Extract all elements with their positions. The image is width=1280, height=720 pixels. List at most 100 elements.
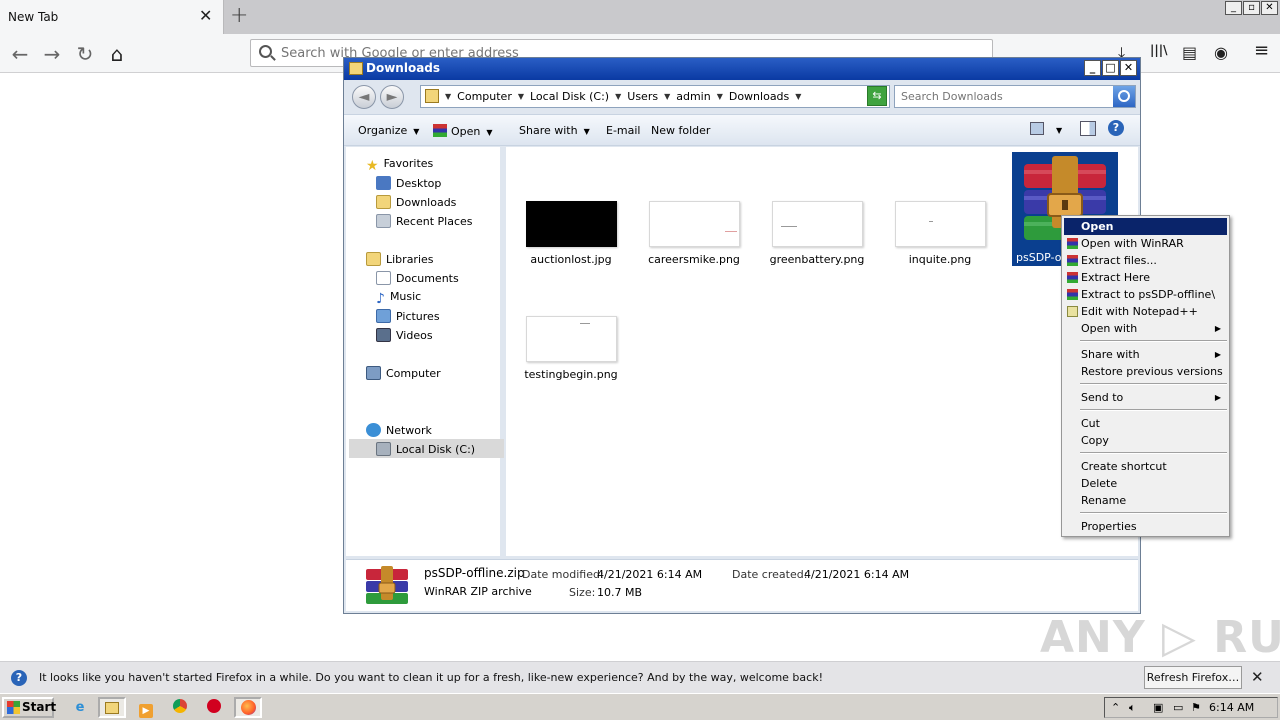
command-bar: Organize ▼ Open ▼ Share with ▼ E-mail New f… [344, 114, 1140, 146]
chevron-down-icon[interactable]: ▼ [664, 92, 670, 103]
menu-item-extract-here[interactable]: Extract Here [1064, 269, 1227, 286]
start-button[interactable]: Start [2, 697, 56, 718]
back-arrow-icon[interactable]: ← [6, 40, 34, 68]
chevron-down-icon[interactable]: ▼ [445, 92, 451, 103]
network-tray-icon[interactable]: ▣ [1153, 701, 1163, 714]
menu-item-edit-notepad[interactable]: Edit with Notepad++ [1064, 303, 1227, 320]
breadcrumb-item[interactable]: Local Disk (C:) [530, 90, 609, 103]
organize-button[interactable]: Organize ▼ [358, 124, 419, 137]
new-tab-button[interactable]: + [230, 3, 248, 28]
refresh-button[interactable]: ⇆ [867, 86, 887, 106]
menu-item-restore-versions[interactable]: Restore previous versions [1064, 363, 1227, 380]
browser-close-button[interactable]: ✕ [1261, 1, 1278, 15]
browser-tab[interactable]: New Tab ✕ [0, 0, 224, 34]
chevron-down-icon[interactable]: ▼ [717, 92, 723, 103]
nav-item-libraries[interactable]: Libraries [366, 252, 434, 266]
reload-icon[interactable]: ↻ [71, 40, 99, 68]
menu-item-open[interactable]: Open [1064, 218, 1227, 235]
nav-item-music[interactable]: ♪ Music [376, 290, 421, 307]
chevron-down-icon[interactable]: ▼ [1056, 126, 1062, 135]
open-button[interactable]: Open ▼ [433, 124, 493, 138]
share-with-button[interactable]: Share with ▼ [519, 124, 590, 137]
firefox-taskbar-button[interactable] [234, 697, 262, 718]
tab-close-icon[interactable]: ✕ [199, 6, 212, 25]
opera-icon[interactable] [200, 697, 228, 718]
menu-item-rename[interactable]: Rename [1064, 492, 1227, 509]
home-icon[interactable]: ⌂ [103, 40, 131, 68]
explorer-minimize-button[interactable]: _ [1084, 60, 1101, 76]
menu-item-share-with[interactable]: Share with ▶ [1064, 346, 1227, 363]
menu-item-extract-to[interactable]: Extract to psSDP-offline\ [1064, 286, 1227, 303]
nav-item-desktop[interactable]: Desktop [376, 176, 441, 190]
explorer-window: Downloads _ □ ✕ ◄ ► ▼ Computer ▼ Local D… [343, 57, 1141, 614]
file-item[interactable]: testingbegin.png [516, 316, 626, 381]
internet-explorer-icon[interactable]: e [66, 697, 94, 718]
nav-item-documents[interactable]: Documents [376, 271, 459, 285]
nav-item-downloads[interactable]: Downloads [376, 195, 456, 209]
chevron-down-icon[interactable]: ▼ [615, 92, 621, 103]
file-item[interactable]: auctionlost.jpg [516, 201, 626, 266]
explorer-taskbar-button[interactable] [98, 697, 126, 718]
nav-item-favorites[interactable]: ★ Favorites [366, 157, 433, 174]
menu-item-open-with-winrar[interactable]: Open with WinRAR [1064, 235, 1227, 252]
browser-restore-button[interactable]: ▫ [1243, 1, 1260, 15]
email-button[interactable]: E-mail [606, 124, 641, 137]
address-bar[interactable]: ▼ Computer ▼ Local Disk (C:) ▼ Users ▼ a… [420, 85, 890, 108]
menu-item-delete[interactable]: Delete [1064, 475, 1227, 492]
menu-icon[interactable]: ≡ [1254, 40, 1269, 61]
menu-item-copy[interactable]: Copy [1064, 432, 1227, 449]
menu-item-create-shortcut[interactable]: Create shortcut [1064, 458, 1227, 475]
views-icon[interactable] [1030, 122, 1044, 135]
chrome-icon[interactable] [166, 697, 194, 718]
nav-item-local-disk[interactable]: Local Disk (C:) [349, 439, 504, 458]
chevron-down-icon[interactable]: ▼ [518, 92, 524, 103]
account-icon[interactable]: ◉ [1214, 43, 1228, 62]
search-icon[interactable] [1113, 86, 1135, 107]
notification-close-icon[interactable]: ✕ [1251, 668, 1264, 686]
nav-item-computer[interactable]: Computer [366, 366, 441, 380]
nav-label: Computer [386, 367, 441, 380]
new-folder-button[interactable]: New folder [651, 124, 710, 137]
browser-minimize-button[interactable]: _ [1225, 1, 1242, 15]
help-icon[interactable]: ? [1108, 120, 1124, 136]
refresh-firefox-button[interactable]: Refresh Firefox… [1144, 666, 1242, 689]
nav-item-network[interactable]: Network [366, 423, 432, 437]
navigation-pane: ★ Favorites Desktop Downloads Recent Plac… [346, 147, 504, 556]
nav-item-videos[interactable]: Videos [376, 328, 433, 342]
explorer-forward-button[interactable]: ► [380, 85, 404, 109]
breadcrumb-item[interactable]: admin [676, 90, 710, 103]
menu-item-properties[interactable]: Properties [1064, 518, 1227, 535]
preview-pane-icon[interactable] [1080, 121, 1096, 136]
explorer-maximize-button[interactable]: □ [1102, 60, 1119, 76]
sidebar-icon[interactable]: ▤ [1182, 43, 1197, 62]
clock[interactable]: 6:14 AM [1209, 701, 1254, 714]
volume-icon[interactable]: 🔈︎ [1129, 701, 1136, 715]
breadcrumb: ▼ Computer ▼ Local Disk (C:) ▼ Users ▼ a… [445, 90, 801, 103]
menu-item-open-with[interactable]: Open with ▶ [1064, 320, 1227, 337]
file-item[interactable]: inquite.png [885, 201, 995, 266]
media-player-icon[interactable]: ▶ [132, 697, 160, 718]
search-input[interactable] [901, 89, 1107, 104]
show-hidden-icons-icon[interactable]: ⌃ [1111, 701, 1120, 714]
menu-item-send-to[interactable]: Send to ▶ [1064, 389, 1227, 406]
menu-item-cut[interactable]: Cut [1064, 415, 1227, 432]
explorer-search-box[interactable] [894, 85, 1136, 108]
breadcrumb-item[interactable]: Downloads [729, 90, 789, 103]
file-item[interactable]: careersmike.png [639, 201, 749, 266]
nav-item-pictures[interactable]: Pictures [376, 309, 440, 323]
nav-label: Network [386, 424, 432, 437]
power-icon[interactable]: ▭ [1173, 701, 1183, 714]
menu-item-extract-files[interactable]: Extract files... [1064, 252, 1227, 269]
breadcrumb-item[interactable]: Computer [457, 90, 512, 103]
explorer-title-bar[interactable]: Downloads _ □ ✕ [344, 58, 1140, 80]
breadcrumb-item[interactable]: Users [627, 90, 658, 103]
nav-item-recent-places[interactable]: Recent Places [376, 214, 473, 228]
file-item[interactable]: greenbattery.png [762, 201, 872, 266]
open-label: Open [451, 125, 481, 138]
explorer-close-button[interactable]: ✕ [1120, 60, 1137, 76]
forward-arrow-icon[interactable]: → [38, 40, 66, 68]
chevron-down-icon[interactable]: ▼ [795, 92, 801, 103]
action-center-flag-icon[interactable]: ⚑ [1191, 701, 1201, 714]
library-icon[interactable]: |||\ [1150, 43, 1168, 57]
explorer-back-button[interactable]: ◄ [352, 85, 376, 109]
